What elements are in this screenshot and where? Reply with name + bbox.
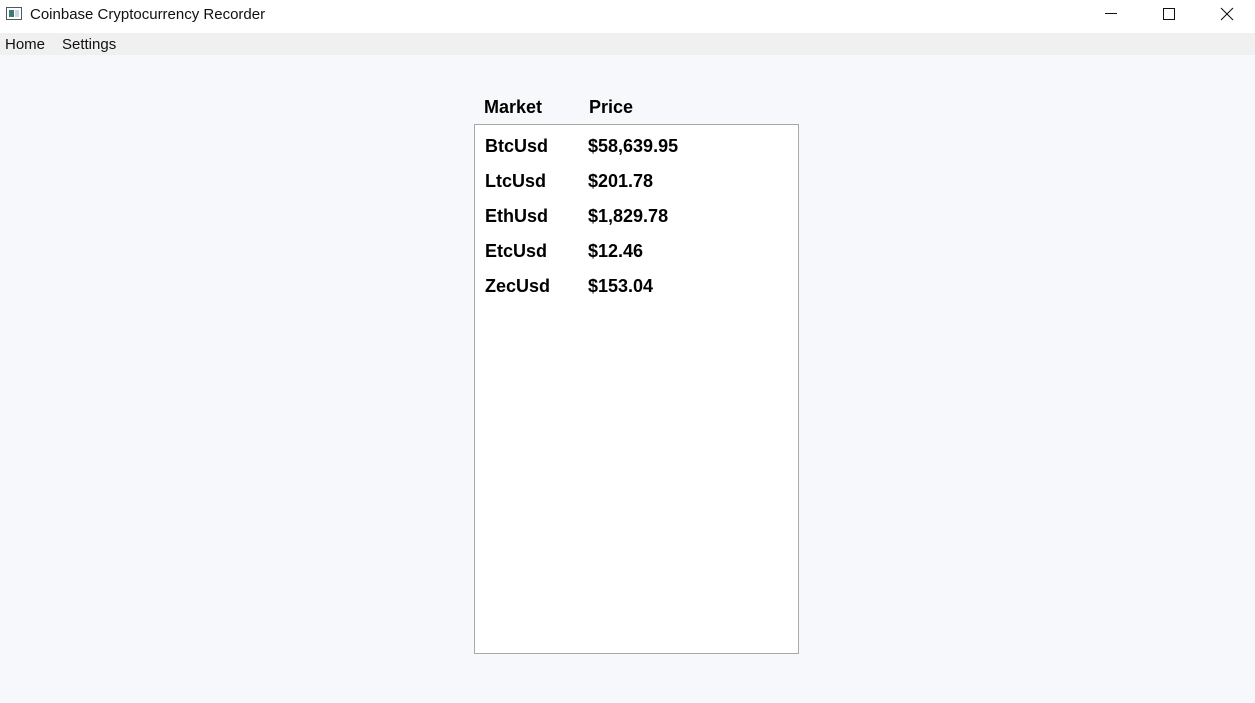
maximize-button[interactable] bbox=[1140, 0, 1198, 30]
market-name: EthUsd bbox=[485, 206, 548, 226]
maximize-icon bbox=[1163, 8, 1175, 20]
market-name: LtcUsd bbox=[485, 171, 547, 191]
market-name: EtcUsd bbox=[485, 241, 548, 261]
list-item[interactable]: LtcUsd $201.78 bbox=[475, 171, 798, 206]
list-item[interactable]: BtcUsd $58,639.95 bbox=[475, 136, 798, 171]
list-item[interactable]: EtcUsd $12.46 bbox=[475, 241, 798, 276]
market-price: $58,639.95 bbox=[588, 136, 679, 156]
market-price: $153.04 bbox=[588, 276, 654, 296]
title-bar: Coinbase Cryptocurrency Recorder bbox=[0, 0, 1255, 33]
market-price: $12.46 bbox=[588, 241, 644, 261]
app-icon bbox=[6, 7, 22, 20]
market-name: BtcUsd bbox=[485, 136, 549, 156]
close-icon bbox=[1220, 7, 1234, 21]
list-item[interactable]: EthUsd $1,829.78 bbox=[475, 206, 798, 241]
close-button[interactable] bbox=[1198, 0, 1255, 30]
menu-item-home[interactable]: Home bbox=[5, 37, 45, 53]
market-price-list[interactable]: BtcUsd $58,639.95 LtcUsd $201.78 EthUsd … bbox=[474, 124, 799, 654]
market-price: $1,829.78 bbox=[588, 206, 669, 226]
market-name: ZecUsd bbox=[485, 276, 551, 296]
column-header-price: Price bbox=[589, 97, 634, 117]
column-header-market: Market bbox=[484, 97, 543, 117]
minimize-icon bbox=[1105, 13, 1117, 14]
minimize-button[interactable] bbox=[1082, 0, 1140, 30]
window-title: Coinbase Cryptocurrency Recorder bbox=[30, 6, 266, 23]
list-item[interactable]: ZecUsd $153.04 bbox=[475, 276, 798, 311]
market-price: $201.78 bbox=[588, 171, 654, 191]
menu-item-settings[interactable]: Settings bbox=[62, 37, 116, 53]
menu-bar: Home Settings bbox=[0, 33, 1255, 55]
